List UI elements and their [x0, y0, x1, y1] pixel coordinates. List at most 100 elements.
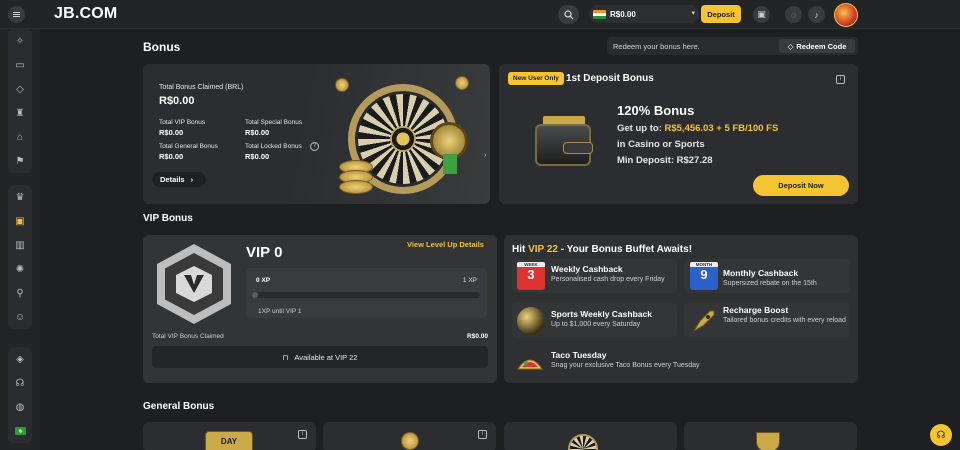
- chevron-down-icon: ▾: [691, 10, 695, 17]
- balance-value: R$0.00: [610, 9, 636, 19]
- vip-level: VIP 0: [246, 244, 283, 261]
- info-icon[interactable]: i: [298, 430, 307, 439]
- calendar-week-icon: WEEK 3: [517, 262, 545, 290]
- sidebar-item-responsible[interactable]: ◈: [8, 347, 32, 371]
- logo[interactable]: JB.COM: [54, 5, 117, 23]
- perk-sports-weekly-cashback: Sports Weekly Cashback Up to $1,000 ever…: [512, 303, 677, 337]
- sidebar-item-casino[interactable]: ♜: [8, 101, 32, 125]
- sidebar: ✧ ▭ ◇ ♜ ⌂ ⚑ ♛ ▣ ▥ ✺ ⚲ ☺ ◈ ☊ ◍: [0, 29, 40, 450]
- chevron-right-icon: ›: [190, 175, 194, 184]
- xp-target: 1 XP: [462, 277, 477, 284]
- chat-icon[interactable]: ◌: [785, 6, 802, 23]
- ticket-icon: ▭: [15, 59, 25, 71]
- chevron-right-icon[interactable]: ›: [484, 152, 486, 159]
- sidebar-item-support[interactable]: ☊: [8, 371, 32, 395]
- xp-until-text: 1XP until VIP 1: [258, 308, 302, 315]
- info-icon[interactable]: i: [478, 430, 487, 439]
- perk-desc: Personalised cash drop every Friday: [551, 276, 665, 283]
- sidebar-group-bottom: ◈ ☊ ◍: [8, 347, 32, 443]
- day-label: DAY: [220, 437, 238, 446]
- general-bonus-value: R$0.00: [159, 152, 184, 161]
- perk-name: Recharge Boost: [723, 305, 789, 315]
- info-icon[interactable]: i: [836, 75, 845, 84]
- sidebar-item-tickets[interactable]: ▭: [8, 53, 32, 77]
- details-button[interactable]: Details ›: [152, 172, 206, 187]
- india-flag-icon: [593, 9, 606, 19]
- page-title: Bonus: [143, 40, 181, 54]
- general-bonus-card[interactable]: DAY i: [143, 422, 316, 450]
- brazil-flag-icon: [14, 427, 26, 435]
- perk-taco-tuesday: Taco Tuesday Snag your exclusive Taco Bo…: [512, 346, 850, 380]
- sidebar-item-sports[interactable]: ⚑: [8, 149, 32, 173]
- ball-icon: [517, 307, 545, 335]
- menu-icon[interactable]: [8, 6, 25, 23]
- sidebar-item-language[interactable]: ◍: [8, 395, 32, 419]
- redeem-bar: ◇ Redeem Code: [607, 37, 858, 55]
- first-deposit-amount: Get up to: R$5,456.03 + 5 FB/100 FS: [617, 123, 778, 134]
- sidebar-item-referral[interactable]: ☺: [8, 305, 32, 329]
- buffet-title-prefix: Hit: [512, 244, 529, 255]
- vip-card: VIP 0 View Level Up Details 0 XP 1 XP 1X…: [143, 235, 497, 383]
- user-plus-icon: ☺: [14, 311, 26, 323]
- perk-name: Sports Weekly Cashback: [551, 309, 652, 319]
- perk-name: Weekly Cashback: [551, 264, 623, 274]
- info-icon[interactable]: ?: [310, 142, 319, 151]
- bell-icon[interactable]: ♪: [808, 6, 825, 23]
- general-bonus-card[interactable]: [684, 422, 857, 450]
- first-deposit-card: New User Only 1st Deposit Bonus i 120% B…: [499, 64, 858, 204]
- sidebar-group-top: ✧ ▭ ◇ ♜ ⌂ ⚑: [8, 29, 32, 173]
- search-icon[interactable]: [558, 5, 579, 24]
- vip-section-title: VIP Bonus: [143, 213, 193, 224]
- bonus-claimed-card: Total Bonus Claimed (BRL) R$0.00 Total V…: [143, 64, 490, 204]
- total-claimed-label: Total Bonus Claimed (BRL): [159, 84, 244, 91]
- available-at-vip-button[interactable]: ⊓ Available at VIP 22: [152, 346, 488, 368]
- top-bar: JB.COM R$0.00 ▾ Deposit ▣ ◌ ♪: [0, 0, 960, 29]
- sidebar-item-promotions[interactable]: ✧: [8, 29, 32, 53]
- view-level-up-link[interactable]: View Level Up Details: [407, 240, 484, 249]
- rocket-icon: [690, 307, 718, 335]
- avatar[interactable]: [834, 3, 858, 27]
- sidebar-item-affiliate[interactable]: ⚲: [8, 281, 32, 305]
- support-chat-button[interactable]: ☊: [930, 424, 952, 446]
- general-bonus-card[interactable]: [504, 422, 677, 450]
- dartboard-icon: [568, 434, 598, 450]
- vip-bonus-value: R$0.00: [159, 128, 184, 137]
- calendar-month-icon: MONTH 9: [690, 262, 718, 290]
- day-calendar-icon: DAY: [205, 431, 253, 450]
- sidebar-item-vip[interactable]: ♛: [8, 185, 32, 209]
- general-bonus-label: Total General Bonus: [159, 143, 218, 150]
- sidebar-item-live[interactable]: ⌂: [8, 125, 32, 149]
- buffet-title: Hit VIP 22 - Your Bonus Buffet Awaits!: [512, 244, 692, 255]
- vip-claimed-label: Total VIP Bonus Claimed: [152, 333, 224, 340]
- redeem-input[interactable]: [607, 37, 777, 55]
- sidebar-item-tags[interactable]: ◇: [8, 77, 32, 101]
- sidebar-item-blog[interactable]: ▥: [8, 233, 32, 257]
- perk-desc: Tailored bonus credits with every reload: [723, 317, 846, 324]
- perk-name: Monthly Cashback: [723, 268, 799, 278]
- balance-selector[interactable]: R$0.00 ▾: [589, 5, 699, 23]
- xp-progress-bar: [252, 292, 480, 298]
- perk-desc: Snag your exclusive Taco Bonus every Tue…: [551, 362, 700, 369]
- gift-icon[interactable]: ▣: [753, 6, 770, 23]
- first-deposit-min: Min Deposit: R$27.28: [617, 155, 713, 166]
- buffet-title-suffix: - Your Bonus Buffet Awaits!: [557, 244, 693, 255]
- headset-icon: ☊: [15, 377, 25, 389]
- vip-bonus-label: Total VIP Bonus: [159, 119, 206, 126]
- general-bonus-card[interactable]: i: [323, 422, 496, 450]
- lock-icon: ⊓: [282, 352, 289, 362]
- ribbon-icon: [443, 154, 457, 174]
- total-claimed-value: R$0.00: [159, 95, 195, 107]
- calendar-week-number: 3: [527, 267, 535, 282]
- redeem-code-button[interactable]: ◇ Redeem Code: [779, 39, 855, 53]
- sidebar-item-settings[interactable]: ✺: [8, 257, 32, 281]
- sidebar-item-bonus[interactable]: ▣: [8, 209, 32, 233]
- sidebar-item-region[interactable]: [8, 419, 32, 443]
- globe-icon: ◍: [15, 401, 25, 413]
- sports-icon: ⚑: [15, 155, 25, 167]
- deposit-now-button[interactable]: Deposit Now: [753, 175, 849, 196]
- tag-icon: ◇: [787, 41, 794, 51]
- xp-current: 0 XP: [256, 277, 271, 284]
- bike-icon: ⚲: [16, 287, 24, 299]
- redeem-code-label: Redeem Code: [796, 41, 847, 51]
- deposit-button[interactable]: Deposit: [701, 5, 741, 23]
